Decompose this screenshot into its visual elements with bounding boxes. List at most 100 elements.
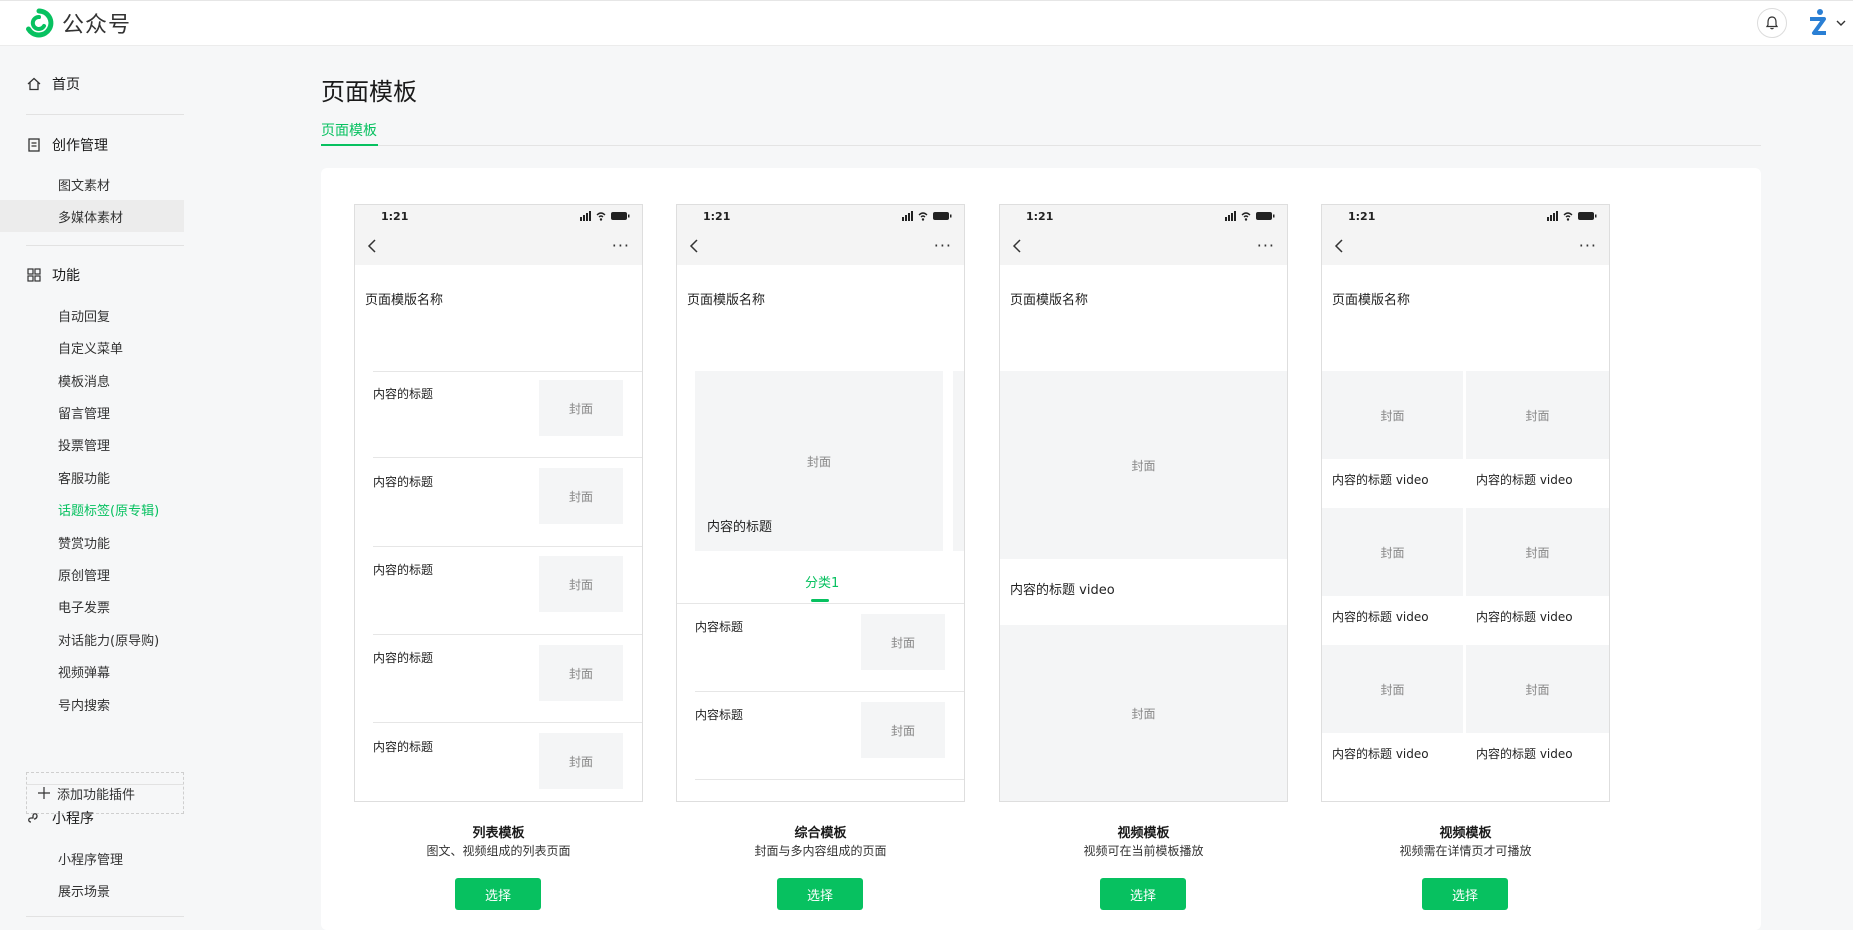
row-divider bbox=[373, 457, 642, 458]
plus-icon bbox=[38, 787, 50, 799]
status-time: 1:21 bbox=[703, 210, 731, 223]
sidebar-group-mini-program[interactable]: 小程序 bbox=[26, 808, 94, 828]
status-icons bbox=[1547, 211, 1597, 221]
page-name: 页面模版名称 bbox=[365, 293, 444, 308]
sidebar-group-create[interactable]: 创作管理 bbox=[26, 135, 108, 155]
row-divider bbox=[373, 371, 642, 372]
phone-nav-bar: ··· bbox=[677, 227, 964, 265]
template-preview-composite: 1:21 ··· 页面模版名称 封面 内容的标题 分类1 内容标题 封面 内容标… bbox=[676, 204, 965, 802]
sidebar-item-auto-reply[interactable]: 自动回复 bbox=[58, 306, 110, 325]
sidebar-group-label: 小程序 bbox=[52, 811, 94, 827]
sidebar-item-vote[interactable]: 投票管理 bbox=[58, 435, 110, 454]
cover-thumb: 封面 bbox=[539, 556, 623, 612]
video-cover: 封面 bbox=[1000, 625, 1287, 801]
mini-program-icon bbox=[28, 813, 38, 823]
sidebar-divider bbox=[26, 245, 184, 246]
sidebar: 首页 创作管理 图文素材 多媒体素材 功能 自动回复 自定义菜单 模板消息 留言… bbox=[0, 46, 190, 930]
status-bar: 1:21 bbox=[355, 205, 642, 227]
grid-cover: 封面 bbox=[1322, 371, 1463, 459]
hero-title: 内容的标题 bbox=[707, 520, 773, 535]
page-title: 页面模板 bbox=[321, 78, 417, 106]
cover-thumb: 封面 bbox=[539, 468, 623, 524]
sidebar-item-customer-service[interactable]: 客服功能 bbox=[58, 468, 110, 487]
tab-page-template[interactable]: 页面模板 bbox=[321, 120, 377, 140]
select-button-composite[interactable]: 选择 bbox=[777, 878, 863, 910]
more-icon: ··· bbox=[611, 236, 630, 255]
back-icon bbox=[1012, 239, 1021, 253]
notification-button[interactable] bbox=[1757, 8, 1787, 38]
page-name: 页面模版名称 bbox=[1332, 293, 1411, 308]
template-name: 列表模板 bbox=[472, 826, 525, 841]
page-name: 页面模版名称 bbox=[1010, 293, 1089, 308]
select-button-video-grid[interactable]: 选择 bbox=[1422, 878, 1508, 910]
select-button-video-inline[interactable]: 选择 bbox=[1100, 878, 1186, 910]
sidebar-item-display-scene[interactable]: 展示场景 bbox=[58, 881, 110, 900]
bell-icon bbox=[1765, 16, 1779, 30]
sidebar-item-video-danmaku[interactable]: 视频弹幕 bbox=[58, 662, 110, 681]
status-icons bbox=[902, 211, 952, 221]
sidebar-item-e-invoice[interactable]: 电子发票 bbox=[58, 597, 110, 616]
grid-title: 内容的标题 video bbox=[1476, 610, 1573, 624]
sidebar-item-topic-tags[interactable]: 话题标签(原专辑) bbox=[58, 500, 159, 519]
sidebar-group-label: 功能 bbox=[52, 268, 80, 284]
sidebar-group-label: 创作管理 bbox=[52, 138, 108, 154]
status-bar: 1:21 bbox=[1000, 205, 1287, 227]
sidebar-item-search[interactable]: 号内搜索 bbox=[58, 695, 110, 714]
grid-cover: 封面 bbox=[1466, 371, 1609, 459]
cover-thumb: 封面 bbox=[539, 733, 623, 789]
grid-title: 内容的标题 video bbox=[1476, 747, 1573, 761]
sidebar-item-template-message[interactable]: 模板消息 bbox=[58, 371, 110, 390]
avatar[interactable] bbox=[1804, 7, 1832, 37]
template-desc: 视频可在当前模板播放 bbox=[1083, 844, 1204, 858]
sidebar-item-comments[interactable]: 留言管理 bbox=[58, 403, 110, 422]
chevron-down-icon[interactable] bbox=[1835, 18, 1847, 28]
template-preview-list: 1:21 ··· 页面模版名称 内容的标题 封面 内容的标题 封面 内容的标题 … bbox=[354, 204, 643, 802]
grid-cover: 封面 bbox=[1466, 508, 1609, 596]
status-bar: 1:21 bbox=[677, 205, 964, 227]
sidebar-item-original[interactable]: 原创管理 bbox=[58, 565, 110, 584]
home-icon bbox=[27, 77, 41, 91]
content-title: 内容标题 bbox=[695, 708, 744, 722]
content-title: 内容的标题 bbox=[373, 387, 434, 401]
sidebar-item-mini-manage[interactable]: 小程序管理 bbox=[58, 849, 123, 868]
logo[interactable]: 公众号 bbox=[24, 7, 131, 39]
phone-nav-bar: ··· bbox=[355, 227, 642, 265]
sidebar-item-multimedia-material[interactable]: 多媒体素材 bbox=[58, 207, 123, 226]
back-icon bbox=[367, 239, 376, 253]
template-preview-video-inline: 1:21 ··· 页面模版名称 封面 内容的标题 video 封面 bbox=[999, 204, 1288, 802]
more-icon: ··· bbox=[933, 236, 952, 255]
back-icon bbox=[1334, 239, 1343, 253]
hero-cover-label: 封面 bbox=[806, 454, 831, 469]
sidebar-group-features[interactable]: 功能 bbox=[26, 265, 80, 285]
content-title: 内容的标题 bbox=[373, 475, 434, 489]
sidebar-divider bbox=[26, 784, 184, 785]
page-name: 页面模版名称 bbox=[687, 293, 766, 308]
content-title: 内容的标题 bbox=[373, 740, 434, 754]
grid-title: 内容的标题 video bbox=[1332, 747, 1429, 761]
template-name: 视频模板 bbox=[1439, 826, 1492, 841]
status-time: 1:21 bbox=[1348, 210, 1376, 223]
template-name: 综合模板 bbox=[794, 826, 847, 841]
grid-title: 内容的标题 video bbox=[1332, 473, 1429, 487]
grid-icon bbox=[27, 268, 41, 282]
sidebar-item-reward[interactable]: 赞赏功能 bbox=[58, 533, 110, 552]
video-cover: 封面 bbox=[1000, 371, 1287, 559]
sidebar-item-custom-menu[interactable]: 自定义菜单 bbox=[58, 338, 123, 357]
category-indicator bbox=[811, 599, 829, 602]
select-button-list[interactable]: 选择 bbox=[455, 878, 541, 910]
row-divider bbox=[373, 546, 642, 547]
phone-nav-bar: ··· bbox=[1000, 227, 1287, 265]
sidebar-item-graphic-material[interactable]: 图文素材 bbox=[58, 175, 110, 194]
sidebar-item-home[interactable]: 首页 bbox=[26, 74, 80, 94]
hero-cover-next bbox=[953, 371, 964, 551]
status-icons bbox=[1225, 211, 1275, 221]
status-icons bbox=[580, 211, 630, 221]
cover-thumb: 封面 bbox=[861, 702, 945, 758]
grid-cover: 封面 bbox=[1466, 645, 1609, 733]
template-name: 视频模板 bbox=[1117, 826, 1170, 841]
template-desc: 图文、视频组成的列表页面 bbox=[426, 844, 571, 858]
sidebar-item-dialog[interactable]: 对话能力(原导购) bbox=[58, 630, 159, 649]
template-desc: 视频需在详情页才可播放 bbox=[1399, 844, 1532, 858]
document-icon bbox=[28, 138, 40, 152]
back-icon bbox=[689, 239, 698, 253]
